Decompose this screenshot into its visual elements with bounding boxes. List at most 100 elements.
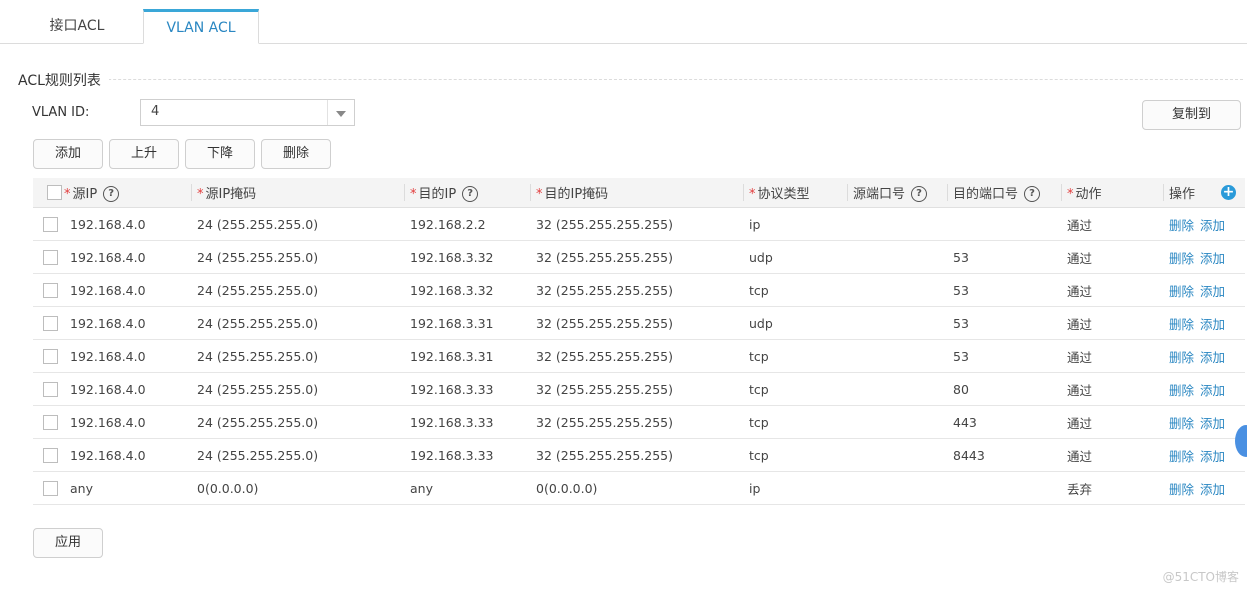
cell-src-ip: 192.168.4.0 — [64, 438, 191, 472]
tab-vlan-acl[interactable]: VLAN ACL — [143, 9, 259, 44]
row-checkbox[interactable] — [43, 448, 58, 463]
row-add-link[interactable]: 添加 — [1200, 416, 1225, 431]
row-add-link[interactable]: 添加 — [1200, 482, 1225, 497]
row-select-cell — [33, 438, 64, 472]
cell-action: 通过 — [1061, 339, 1163, 373]
required-mark: * — [536, 187, 543, 202]
cell-action: 丢弃 — [1061, 471, 1163, 505]
row-checkbox[interactable] — [43, 217, 58, 232]
cell-src-ip: 192.168.4.0 — [64, 306, 191, 340]
row-delete-link[interactable]: 删除 — [1169, 251, 1194, 266]
row-select-cell — [33, 306, 64, 340]
cell-protocol: tcp — [743, 339, 847, 373]
cell-src-port — [847, 438, 947, 472]
header-label: 目的端口号 — [953, 186, 1019, 202]
required-mark: * — [64, 186, 71, 202]
row-checkbox[interactable] — [43, 316, 58, 331]
required-mark: * — [410, 186, 417, 202]
cell-src-ip: 192.168.4.0 — [64, 372, 191, 406]
row-checkbox[interactable] — [43, 415, 58, 430]
required-mark: * — [1067, 187, 1074, 202]
row-actions: 删除 添加 — [1163, 273, 1245, 307]
table-header-row: * 源IP? * 源IP掩码 * 目的IP? * 目的IP掩码 * 协议类型 源端口号? … — [33, 178, 1245, 208]
cell-protocol: tcp — [743, 273, 847, 307]
acl-rule-table: * 源IP? * 源IP掩码 * 目的IP? * 目的IP掩码 * 协议类型 源端口号? … — [33, 178, 1245, 505]
cell-dst-ip: 192.168.3.31 — [404, 306, 530, 340]
row-add-link[interactable]: 添加 — [1200, 218, 1225, 233]
cell-src-ip: 192.168.4.0 — [64, 207, 191, 241]
vlan-id-select[interactable]: 4 — [140, 99, 355, 126]
row-add-link[interactable]: 添加 — [1200, 251, 1225, 266]
row-delete-link[interactable]: 删除 — [1169, 284, 1194, 299]
help-icon[interactable]: ? — [911, 186, 928, 203]
cell-src-mask: 24 (255.255.255.0) — [191, 240, 404, 274]
row-delete-link[interactable]: 删除 — [1169, 482, 1194, 497]
cell-src-port — [847, 207, 947, 241]
cell-action: 通过 — [1061, 207, 1163, 241]
row-delete-link[interactable]: 删除 — [1169, 383, 1194, 398]
row-checkbox[interactable] — [43, 382, 58, 397]
row-add-link[interactable]: 添加 — [1200, 350, 1225, 365]
move-down-button[interactable]: 下降 — [185, 139, 255, 169]
add-row-icon[interactable]: + — [1221, 185, 1236, 200]
required-mark: * — [749, 187, 756, 202]
row-checkbox[interactable] — [43, 481, 58, 496]
help-icon[interactable]: ? — [1024, 186, 1041, 203]
tab-interface-acl[interactable]: 接口ACL — [22, 10, 132, 43]
header-ops: 操作 + — [1163, 178, 1245, 208]
copy-to-button[interactable]: 复制到 — [1142, 100, 1241, 130]
cell-protocol: udp — [743, 306, 847, 340]
table-row: 192.168.4.0 24 (255.255.255.0) 192.168.3.3… — [33, 372, 1245, 406]
table-row: 192.168.4.0 24 (255.255.255.0) 192.168.3.3… — [33, 306, 1245, 340]
row-delete-link[interactable]: 删除 — [1169, 350, 1194, 365]
row-select-cell — [33, 240, 64, 274]
cell-dst-port: 53 — [947, 273, 1061, 307]
row-add-link[interactable]: 添加 — [1200, 317, 1225, 332]
help-icon[interactable]: ? — [462, 186, 479, 203]
cell-src-port — [847, 471, 947, 505]
cell-action: 通过 — [1061, 273, 1163, 307]
move-up-button[interactable]: 上升 — [109, 139, 179, 169]
row-delete-link[interactable]: 删除 — [1169, 449, 1194, 464]
tab-bar: 接口ACL VLAN ACL — [0, 0, 1247, 44]
row-actions: 删除 添加 — [1163, 372, 1245, 406]
cell-dst-ip: any — [404, 471, 530, 505]
dropdown-toggle[interactable] — [327, 100, 354, 125]
cell-dst-ip: 192.168.3.33 — [404, 405, 530, 439]
cell-src-ip: 192.168.4.0 — [64, 240, 191, 274]
row-delete-link[interactable]: 删除 — [1169, 416, 1194, 431]
cell-src-port — [847, 372, 947, 406]
row-select-cell — [33, 372, 64, 406]
cell-dst-mask: 32 (255.255.255.255) — [530, 339, 743, 373]
cell-src-mask: 24 (255.255.255.0) — [191, 372, 404, 406]
cell-dst-port: 80 — [947, 372, 1061, 406]
header-action: * 动作 — [1061, 178, 1163, 208]
cell-src-mask: 0(0.0.0.0) — [191, 471, 404, 505]
column-divider — [530, 184, 531, 201]
row-add-link[interactable]: 添加 — [1200, 449, 1225, 464]
row-add-link[interactable]: 添加 — [1200, 284, 1225, 299]
row-add-link[interactable]: 添加 — [1200, 383, 1225, 398]
select-all-checkbox[interactable] — [47, 185, 62, 200]
help-icon[interactable]: ? — [103, 186, 120, 203]
add-button[interactable]: 添加 — [33, 139, 103, 169]
row-checkbox[interactable] — [43, 283, 58, 298]
apply-button[interactable]: 应用 — [33, 528, 103, 558]
cell-src-port — [847, 339, 947, 373]
table-row: 192.168.4.0 24 (255.255.255.0) 192.168.2.2… — [33, 207, 1245, 241]
delete-button[interactable]: 删除 — [261, 139, 331, 169]
cell-action: 通过 — [1061, 438, 1163, 472]
column-divider — [191, 184, 192, 201]
column-divider — [1163, 184, 1164, 201]
cell-dst-ip: 192.168.3.32 — [404, 273, 530, 307]
cell-src-ip: 192.168.4.0 — [64, 273, 191, 307]
row-checkbox[interactable] — [43, 250, 58, 265]
row-delete-link[interactable]: 删除 — [1169, 317, 1194, 332]
row-checkbox[interactable] — [43, 349, 58, 364]
cell-dst-ip: 192.168.3.33 — [404, 438, 530, 472]
cell-dst-mask: 32 (255.255.255.255) — [530, 306, 743, 340]
cell-src-ip: 192.168.4.0 — [64, 339, 191, 373]
row-delete-link[interactable]: 删除 — [1169, 218, 1194, 233]
cell-protocol: tcp — [743, 438, 847, 472]
cell-dst-mask: 32 (255.255.255.255) — [530, 372, 743, 406]
